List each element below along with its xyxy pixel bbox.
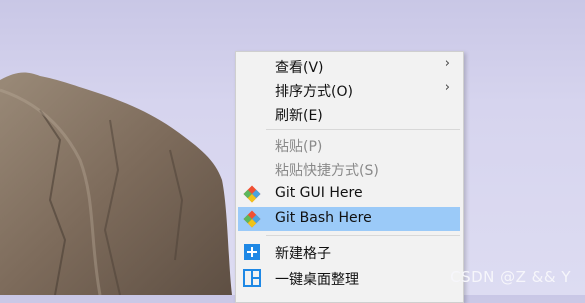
menu-item-label: 排序方式(O) <box>275 84 353 100</box>
grid-layout-icon <box>243 269 261 287</box>
menu-item-label: 刷新(E) <box>275 108 323 124</box>
menu-item-label: Git GUI Here <box>275 185 363 201</box>
menu-item-label: 粘贴(P) <box>275 139 323 155</box>
menu-item-git-bash-here[interactable]: Git Bash Here <box>238 207 460 231</box>
menu-item-label: 新建格子 <box>275 246 331 262</box>
menu-item-one-click-desktop-organize[interactable]: 一键桌面整理 <box>238 266 460 290</box>
menu-item-view[interactable]: 查看(V) › <box>238 54 460 78</box>
menu-item-label: Git Bash Here <box>275 210 372 226</box>
add-box-icon <box>244 244 260 260</box>
menu-separator <box>266 235 460 236</box>
watermark: CSDN @Z && Y <box>450 268 571 286</box>
chevron-right-icon: › <box>444 80 450 95</box>
chevron-right-icon: › <box>444 56 450 71</box>
menu-item-label: 粘贴快捷方式(S) <box>275 163 379 179</box>
menu-item-git-gui-here[interactable]: Git GUI Here <box>238 182 460 206</box>
menu-item-sort-by[interactable]: 排序方式(O) › <box>238 78 460 102</box>
git-icon <box>243 185 261 203</box>
menu-separator <box>266 129 460 130</box>
menu-item-label: 一键桌面整理 <box>275 272 359 288</box>
menu-item-label: 查看(V) <box>275 60 324 76</box>
menu-item-paste-shortcut: 粘贴快捷方式(S) <box>238 157 460 181</box>
desktop-context-menu: 查看(V) › 排序方式(O) › 刷新(E) 粘贴(P) 粘贴快捷方式(S) … <box>235 51 464 303</box>
menu-item-new-grid[interactable]: 新建格子 <box>238 240 460 264</box>
menu-item-paste: 粘贴(P) <box>238 133 460 157</box>
menu-item-refresh[interactable]: 刷新(E) <box>238 102 460 126</box>
git-icon <box>243 210 261 228</box>
